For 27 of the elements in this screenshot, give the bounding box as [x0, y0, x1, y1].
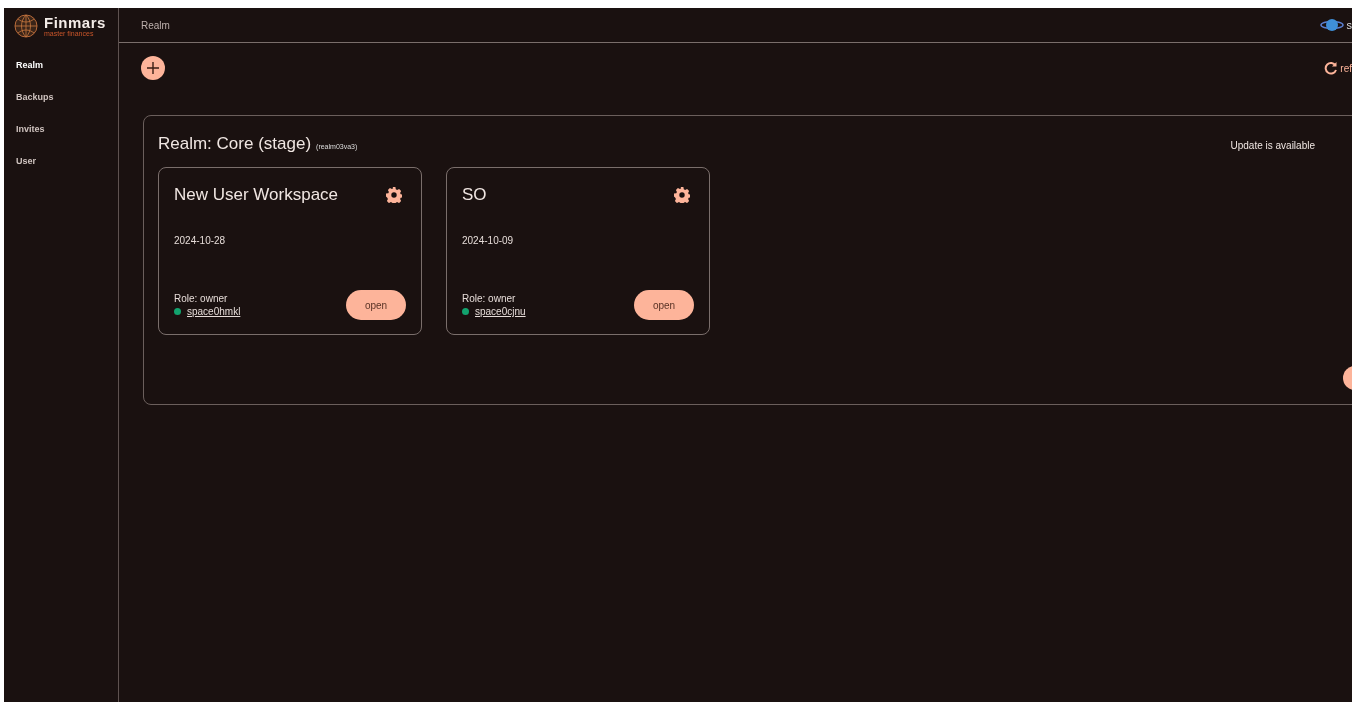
globe-logo-icon [14, 13, 38, 38]
open-button[interactable]: open [346, 290, 406, 320]
workspace-name: SO [462, 185, 487, 205]
account-label[interactable]: s [1346, 19, 1352, 31]
update-notice: Update is available [1230, 140, 1315, 151]
refresh-button[interactable]: ref [1324, 61, 1352, 75]
realm-title: Realm: Core (stage) [158, 134, 312, 154]
refresh-icon [1324, 61, 1339, 75]
planet-icon [1319, 17, 1344, 33]
open-button[interactable]: open [634, 290, 694, 320]
settings-icon[interactable] [674, 187, 690, 203]
workspace-date: 2024-10-28 [174, 235, 227, 246]
workspace-role: Role: owner [462, 293, 517, 304]
space-link[interactable]: space0hmkl [187, 306, 241, 317]
space-link[interactable]: space0cjnu [475, 306, 526, 317]
add-button[interactable] [141, 56, 165, 80]
workspace-role: Role: owner [174, 293, 229, 304]
workspace-name: New User Workspace [174, 185, 339, 205]
logo-name: Finmars [44, 14, 106, 30]
workspace-date: 2024-10-09 [462, 235, 515, 246]
sidebar-item[interactable]: Backups [4, 81, 118, 113]
page-title: Realm [141, 19, 170, 31]
sidebar-item[interactable]: Realm [4, 49, 118, 81]
plus-icon [147, 62, 159, 74]
settings-icon[interactable] [386, 187, 402, 203]
sidebar-item[interactable]: User [4, 145, 118, 177]
sidebar-item[interactable]: Invites [4, 113, 118, 145]
